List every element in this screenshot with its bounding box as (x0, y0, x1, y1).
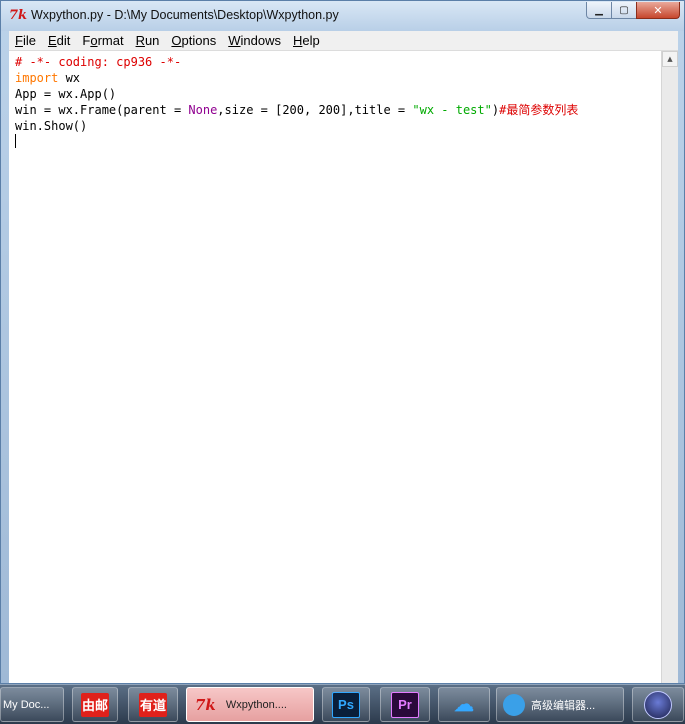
scroll-up-arrow-icon[interactable]: ▲ (662, 51, 678, 67)
menu-edit[interactable]: Edit (42, 31, 76, 50)
taskbar: My Doc... 由邮 有道 7k Wxpython.... Ps Pr ☁ … (0, 684, 685, 724)
minimize-button[interactable]: ▁ (586, 2, 612, 19)
idle-taskbar-icon: 7k (195, 695, 216, 714)
taskbar-item-app-red[interactable]: 由邮 (72, 687, 118, 722)
menu-options[interactable]: Options (165, 31, 222, 50)
maximize-button[interactable]: ▢ (611, 2, 637, 19)
close-button[interactable]: ✕ (636, 2, 680, 19)
taskbar-item-wxpython[interactable]: 7k Wxpython.... (186, 687, 314, 722)
code-editor[interactable]: # -*- coding: cp936 -*- import wx App = … (9, 51, 661, 683)
taskbar-item-my-documents[interactable]: My Doc... (0, 687, 64, 722)
code-line-1: # -*- coding: cp936 -*- (15, 55, 182, 69)
text-cursor (15, 134, 16, 148)
menu-windows[interactable]: Windows (222, 31, 287, 50)
taskbar-item-cloud[interactable]: ☁ (438, 687, 490, 722)
taskbar-item-photoshop[interactable]: Ps (322, 687, 370, 722)
idle-app-icon[interactable]: 7k (9, 8, 27, 24)
title-bar[interactable]: 7k Wxpython.py - D:\My Documents\Desktop… (1, 1, 684, 31)
menu-file[interactable]: File (9, 31, 42, 50)
cloud-icon: ☁ (454, 694, 474, 716)
window-title: Wxpython.py - D:\My Documents\Desktop\Wx… (31, 8, 339, 22)
premiere-icon: Pr (391, 691, 419, 718)
menu-bar: File Edit Format Run Options Windows Hel… (9, 31, 678, 51)
youdao-app-icon: 有道 (139, 692, 167, 717)
menu-format[interactable]: Format (76, 31, 129, 50)
media-player-icon (644, 690, 672, 719)
code-line-5: win.Show() (15, 119, 88, 133)
taskbar-item-advanced-editor[interactable]: 高级编辑器... (496, 687, 624, 722)
code-line-3: App = wx.App() (15, 87, 117, 101)
window-controls: ▁ ▢ ✕ (586, 2, 680, 19)
taskbar-item-youdao[interactable]: 有道 (128, 687, 178, 722)
code-line-2: import wx (15, 71, 81, 85)
taskbar-item-media-player[interactable] (632, 687, 684, 722)
editor-app-icon (503, 693, 525, 716)
photoshop-icon: Ps (332, 691, 360, 718)
code-text: # -*- coding: cp936 -*- import wx App = … (15, 54, 578, 150)
taskbar-item-premiere[interactable]: Pr (380, 687, 430, 722)
idle-editor-window: 7k Wxpython.py - D:\My Documents\Desktop… (0, 0, 685, 684)
menu-help[interactable]: Help (287, 31, 326, 50)
mail-app-icon: 由邮 (81, 692, 109, 717)
menu-run[interactable]: Run (130, 31, 166, 50)
vertical-scrollbar[interactable]: ▲ (661, 51, 678, 683)
code-line-4: win = wx.Frame(parent = None,size = [200… (15, 103, 579, 117)
